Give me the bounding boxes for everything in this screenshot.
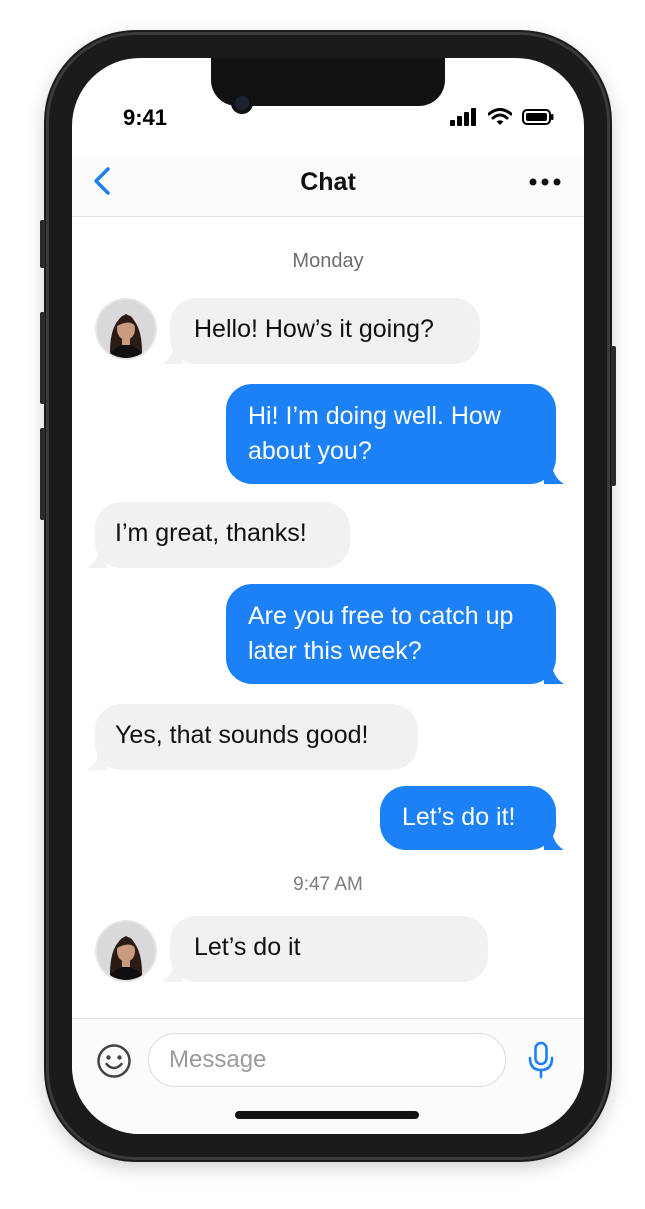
message-text: Hi! I’m doing well. How about you? bbox=[248, 402, 501, 465]
timestamp: 9:47 AM bbox=[293, 874, 363, 895]
day-separator: Monday bbox=[292, 250, 364, 272]
phone-frame: 9:41 Chat Monday Hello! How’s it going? … bbox=[40, 30, 616, 1162]
bubble-tail bbox=[544, 832, 564, 850]
message-text: Let’s do it bbox=[194, 933, 301, 961]
microphone-icon[interactable] bbox=[526, 1041, 556, 1079]
mute-switch bbox=[40, 220, 45, 268]
chat-header: Chat bbox=[72, 156, 584, 217]
avatar[interactable] bbox=[97, 300, 155, 358]
message-input[interactable] bbox=[148, 1033, 506, 1087]
bubble-tail bbox=[87, 550, 107, 568]
message-bubble-outgoing: Let’s do it! bbox=[380, 786, 564, 850]
screen: 9:41 Chat Monday Hello! How’s it going? … bbox=[72, 58, 584, 1134]
front-camera bbox=[231, 92, 253, 114]
ellipsis-icon[interactable] bbox=[528, 176, 562, 188]
battery-icon bbox=[522, 109, 554, 125]
volume-up-button bbox=[40, 312, 45, 404]
avatar[interactable] bbox=[97, 922, 155, 980]
home-indicator[interactable] bbox=[235, 1111, 419, 1119]
message-bubble-incoming: Yes, that sounds good! bbox=[87, 704, 418, 770]
message-text: Hello! How’s it going? bbox=[194, 315, 434, 343]
message-text: I’m great, thanks! bbox=[115, 519, 307, 547]
contact-photo bbox=[97, 300, 155, 358]
message-bubble-outgoing: Are you free to catch up later this week… bbox=[226, 584, 564, 684]
smiley-icon[interactable] bbox=[96, 1043, 132, 1079]
volume-down-button bbox=[40, 428, 45, 520]
cellular-signal-icon bbox=[450, 108, 476, 126]
page-title: Chat bbox=[300, 168, 356, 196]
message-bubble-incoming: Hello! How’s it going? bbox=[162, 298, 480, 364]
message-bubble-outgoing: Hi! I’m doing well. How about you? bbox=[226, 384, 564, 484]
bubble-tail bbox=[162, 964, 182, 982]
status-icons bbox=[450, 108, 554, 126]
wifi-icon bbox=[488, 108, 512, 125]
message-text: Let’s do it! bbox=[402, 803, 516, 831]
power-button bbox=[611, 346, 616, 486]
message-bubble-incoming: Let’s do it bbox=[162, 916, 488, 982]
bubble-tail bbox=[162, 346, 182, 364]
bubble-tail bbox=[544, 666, 564, 684]
bubble-tail bbox=[87, 752, 107, 770]
contact-photo bbox=[97, 922, 155, 980]
message-text: Yes, that sounds good! bbox=[115, 721, 369, 749]
message-text: Are you free to catch up later this week… bbox=[248, 602, 514, 665]
status-time: 9:41 bbox=[123, 105, 168, 130]
bubble-tail bbox=[544, 466, 564, 484]
message-bubble-incoming: I’m great, thanks! bbox=[87, 502, 350, 568]
